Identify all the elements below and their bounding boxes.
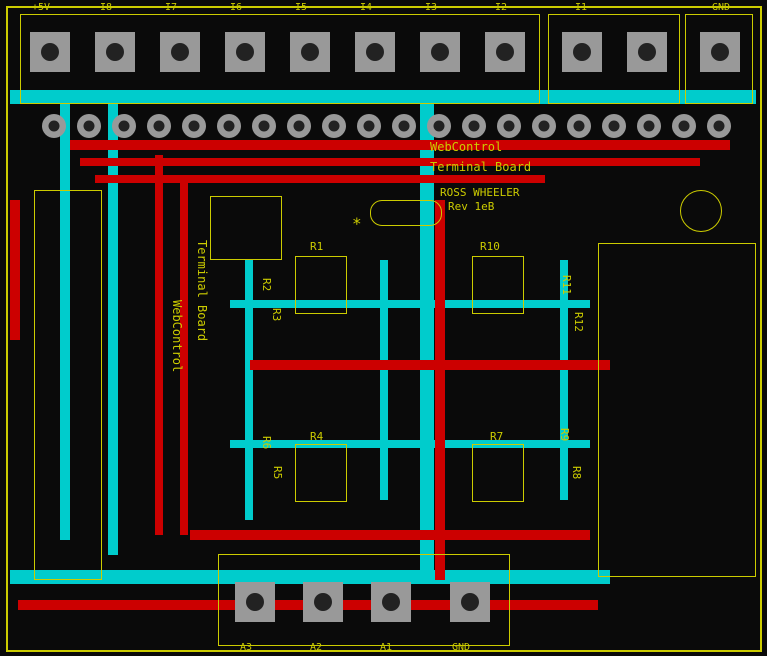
terminal-pad <box>420 32 460 72</box>
terminal-pad <box>485 32 525 72</box>
designer-label: ROSS WHEELER <box>440 186 519 199</box>
board-subtitle: Terminal Board <box>430 160 531 174</box>
terminal-pad <box>303 582 343 622</box>
via-pad <box>217 114 241 138</box>
via-pad <box>252 114 276 138</box>
r8-label: R8 <box>570 466 583 479</box>
via-pad <box>322 114 346 138</box>
label-top-3: I7 <box>165 2 177 13</box>
revision-label: Rev 1eB <box>448 200 494 213</box>
terminal-pad <box>371 582 411 622</box>
r1-label: R1 <box>310 240 323 253</box>
trace-cyan-v6 <box>560 260 568 500</box>
via-pad <box>287 114 311 138</box>
r4-outline <box>295 444 347 502</box>
label-top-4: I6 <box>230 2 242 13</box>
via-pad <box>392 114 416 138</box>
jumper-block-1 <box>210 196 282 260</box>
via-pad <box>602 114 626 138</box>
board-title: WebControl <box>430 140 502 154</box>
label-top-2: I8 <box>100 2 112 13</box>
trace-red-center-v <box>435 200 445 580</box>
label-bot-4: GND <box>452 642 470 653</box>
terminal-pad <box>627 32 667 72</box>
trace-red-mid-h <box>250 360 610 370</box>
r6-label: R6 <box>260 436 273 449</box>
via-pad <box>77 114 101 138</box>
proto-area <box>598 243 756 577</box>
label-top-8: I2 <box>495 2 507 13</box>
via-pad <box>462 114 486 138</box>
terminal-pad <box>355 32 395 72</box>
r7-label: R7 <box>490 430 503 443</box>
via-pad <box>147 114 171 138</box>
label-top-6: I4 <box>360 2 372 13</box>
via-pad <box>497 114 521 138</box>
trace-red-v1 <box>155 155 163 535</box>
terminal-pad <box>235 582 275 622</box>
trace-red-bottom-h <box>190 530 590 540</box>
terminal-pad <box>225 32 265 72</box>
pcb-layout: WebControl Terminal Board ROSS WHEELER R… <box>0 0 767 656</box>
via-pad <box>567 114 591 138</box>
header-left <box>34 190 102 580</box>
label-top-10: GND <box>712 2 730 13</box>
r7-outline <box>472 444 524 502</box>
via-pad <box>182 114 206 138</box>
trace-cyan-h1 <box>230 440 590 448</box>
r9-label: R9 <box>558 428 571 441</box>
label-top-7: I3 <box>425 2 437 13</box>
via-pad <box>357 114 381 138</box>
label-bot-2: A2 <box>310 642 322 653</box>
jumper-oval <box>370 200 442 226</box>
trace-red-vL <box>10 200 20 340</box>
side-subtitle: Terminal Board <box>195 240 209 341</box>
label-top-1: +5V <box>32 2 50 13</box>
mounting-hole <box>680 190 722 232</box>
via-pad <box>427 114 451 138</box>
r10-outline <box>472 256 524 314</box>
terminal-pad <box>290 32 330 72</box>
terminal-pad <box>95 32 135 72</box>
r4-label: R4 <box>310 430 323 443</box>
trace-red-h2 <box>80 158 700 166</box>
trace-red-h1 <box>70 140 730 150</box>
r1-outline <box>295 256 347 314</box>
via-pad <box>532 114 556 138</box>
trace-cyan-v5 <box>380 260 388 500</box>
r11-label: R11 <box>560 275 573 295</box>
terminal-pad <box>30 32 70 72</box>
r2-label: R2 <box>260 278 273 291</box>
trace-cyan-h2 <box>230 300 590 308</box>
via-pad <box>707 114 731 138</box>
via-pad <box>42 114 66 138</box>
r5-label: R5 <box>271 466 284 479</box>
trace-cyan-v4 <box>245 260 253 520</box>
terminal-pad <box>160 32 200 72</box>
asterisk: * <box>352 214 362 233</box>
terminal-pad <box>700 32 740 72</box>
r10-label: R10 <box>480 240 500 253</box>
side-title: WebControl <box>170 300 184 372</box>
label-top-5: I5 <box>295 2 307 13</box>
label-top-9: I1 <box>575 2 587 13</box>
via-pad <box>672 114 696 138</box>
terminal-pad <box>450 582 490 622</box>
r12-label: R12 <box>572 312 585 332</box>
terminal-pad <box>562 32 602 72</box>
via-pad <box>112 114 136 138</box>
via-pad <box>637 114 661 138</box>
label-bot-3: A1 <box>380 642 392 653</box>
r3-label: R3 <box>270 308 283 321</box>
label-bot-1: A3 <box>240 642 252 653</box>
